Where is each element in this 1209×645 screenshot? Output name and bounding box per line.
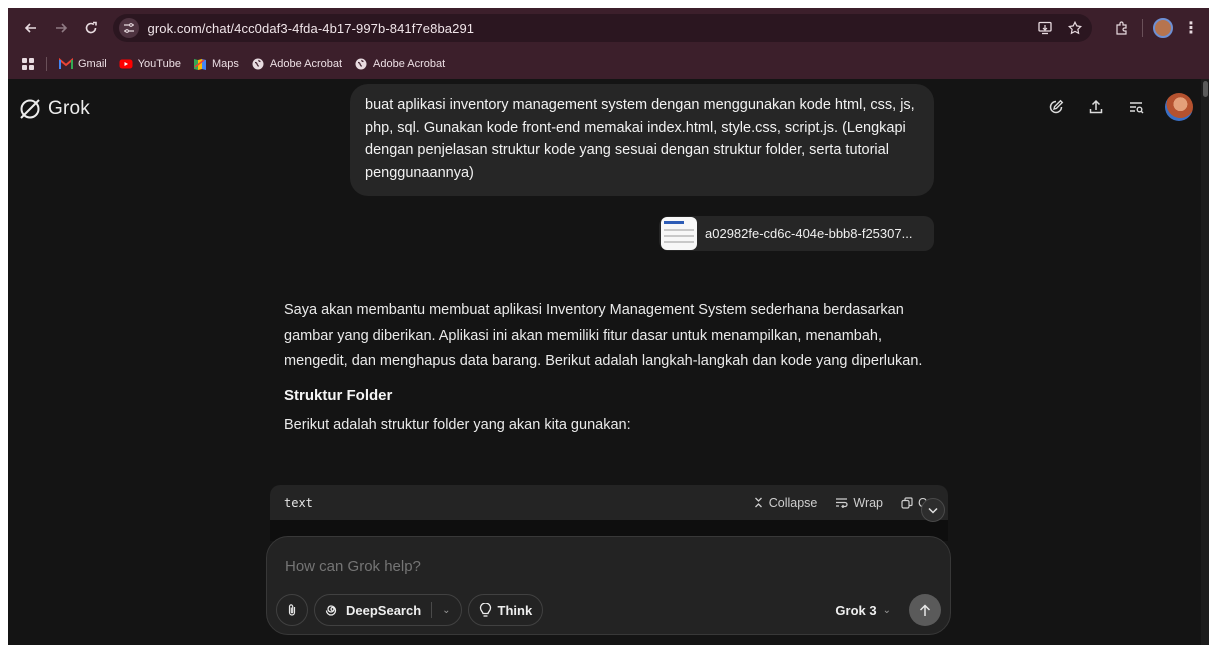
grok-app: Grok buat aplikasi inventory management … (8, 79, 1209, 645)
assistant-intro: Saya akan membantu membuat aplikasi Inve… (284, 302, 923, 369)
gmail-icon (59, 57, 73, 69)
deepsearch-dropdown-icon[interactable]: ⌄ (442, 605, 450, 616)
globe-icon (252, 58, 264, 69)
bookmark-label: Adobe Acrobat (373, 57, 446, 70)
copy-icon (901, 496, 913, 509)
share-button[interactable] (1085, 96, 1107, 118)
header-actions (1045, 93, 1193, 121)
scroll-to-bottom-button[interactable] (921, 498, 945, 522)
reload-icon (85, 21, 97, 34)
assistant-message: Saya akan membantu membuat aplikasi Inve… (284, 298, 944, 433)
send-button[interactable] (909, 594, 941, 626)
paperclip-icon (288, 604, 296, 616)
upload-icon (1089, 99, 1103, 114)
arrow-left-icon (24, 23, 36, 33)
collapse-button[interactable]: Collapse (753, 495, 818, 510)
toolbar-divider (1142, 19, 1143, 37)
attach-button[interactable] (276, 594, 308, 626)
bookmark-star-icon[interactable] (1064, 17, 1086, 39)
wrap-label: Wrap (853, 495, 884, 510)
code-language: text (284, 495, 313, 510)
bookmark-youtube[interactable]: YouTube (119, 58, 181, 70)
brand-name: Grok (48, 98, 90, 119)
deepsearch-label: DeepSearch (346, 602, 422, 618)
code-block-header: text Collapse Wrap Co (270, 485, 948, 520)
address-bar[interactable]: grok.com/chat/4cc0daf3-4fda-4b17-997b-84… (113, 14, 1092, 42)
wrap-button[interactable]: Wrap (835, 496, 883, 510)
maps-icon (193, 58, 206, 70)
history-list-icon (1130, 102, 1144, 114)
bookmark-label: Maps (211, 57, 239, 70)
grok-logo[interactable]: Grok (18, 97, 90, 121)
bookmark-adobe-acrobat[interactable]: Adobe Acrobat (251, 58, 342, 70)
install-app-icon[interactable] (1034, 17, 1056, 39)
wrap-icon (836, 498, 849, 508)
arrow-right-icon (55, 23, 67, 33)
assistant-lead: Berikut adalah struktur folder yang akan… (284, 416, 631, 433)
attachment-name: a02982fe-cd6c-404e-bbb8-f25307... (705, 226, 913, 241)
bookmarks-divider (46, 56, 47, 71)
site-settings-icon[interactable] (119, 18, 140, 38)
youtube-icon (119, 59, 133, 68)
scrollbar[interactable] (1201, 79, 1209, 645)
section-heading: Struktur Folder (284, 386, 393, 404)
back-button[interactable] (18, 15, 44, 41)
apps-grid-icon[interactable] (22, 57, 34, 70)
extensions-icon[interactable] (1110, 17, 1132, 39)
history-button[interactable] (1125, 96, 1147, 118)
bookmark-gmail[interactable]: Gmail (59, 57, 107, 70)
attachment-thumbnail (661, 217, 697, 250)
url-text: grok.com/chat/4cc0daf3-4fda-4b17-997b-84… (147, 20, 475, 36)
arrow-up-icon (919, 603, 931, 616)
bookmark-label: Gmail (78, 57, 107, 70)
bookmark-adobe-acrobat-2[interactable]: Adobe Acrobat (354, 58, 445, 70)
browser-chrome: grok.com/chat/4cc0daf3-4fda-4b17-997b-84… (8, 8, 1209, 79)
grok-logo-icon (20, 99, 40, 119)
bookmark-maps[interactable]: Maps (193, 58, 239, 70)
new-chat-button[interactable] (1045, 96, 1067, 118)
browser-toolbar: grok.com/chat/4cc0daf3-4fda-4b17-997b-84… (8, 8, 1209, 48)
think-button[interactable]: Think (467, 594, 544, 626)
chat-composer: DeepSearch ⌄ Think Grok 3 ⌄ (266, 536, 951, 635)
bookmarks-bar: Gmail YouTube Maps Adobe Acrobat Adobe A… (8, 48, 1209, 79)
image-attachment[interactable]: a02982fe-cd6c-404e-bbb8-f25307... (659, 216, 934, 251)
browser-menu-icon[interactable]: ⋮ (1183, 18, 1199, 38)
lightbulb-icon (479, 602, 491, 617)
scrollbar-thumb[interactable] (1203, 81, 1208, 97)
composer-toolbar: DeepSearch ⌄ Think Grok 3 ⌄ (276, 594, 941, 626)
deepsearch-button[interactable]: DeepSearch ⌄ (314, 594, 462, 626)
model-selector[interactable]: Grok 3 ⌄ (835, 603, 891, 618)
bookmark-label: Adobe Acrobat (269, 57, 343, 70)
profile-avatar[interactable] (1153, 18, 1173, 38)
deepsearch-icon (325, 604, 337, 616)
browser-actions: ⋮ (1110, 17, 1199, 39)
reload-button[interactable] (78, 15, 104, 41)
chevron-down-icon (928, 507, 938, 514)
user-avatar[interactable] (1165, 93, 1193, 121)
collapse-label: Collapse (768, 495, 818, 510)
think-label: Think (497, 602, 533, 618)
model-label: Grok 3 (835, 602, 877, 618)
chevron-down-icon: ⌄ (882, 604, 891, 616)
bookmark-label: YouTube (137, 57, 181, 70)
code-block: text Collapse Wrap Co (270, 485, 948, 541)
collapse-icon (754, 497, 762, 508)
prompt-input[interactable] (285, 558, 845, 575)
user-message-bubble: buat aplikasi inventory management syste… (350, 84, 934, 196)
edit-icon (1049, 99, 1064, 114)
globe-icon (355, 58, 367, 69)
forward-button[interactable] (48, 15, 74, 41)
